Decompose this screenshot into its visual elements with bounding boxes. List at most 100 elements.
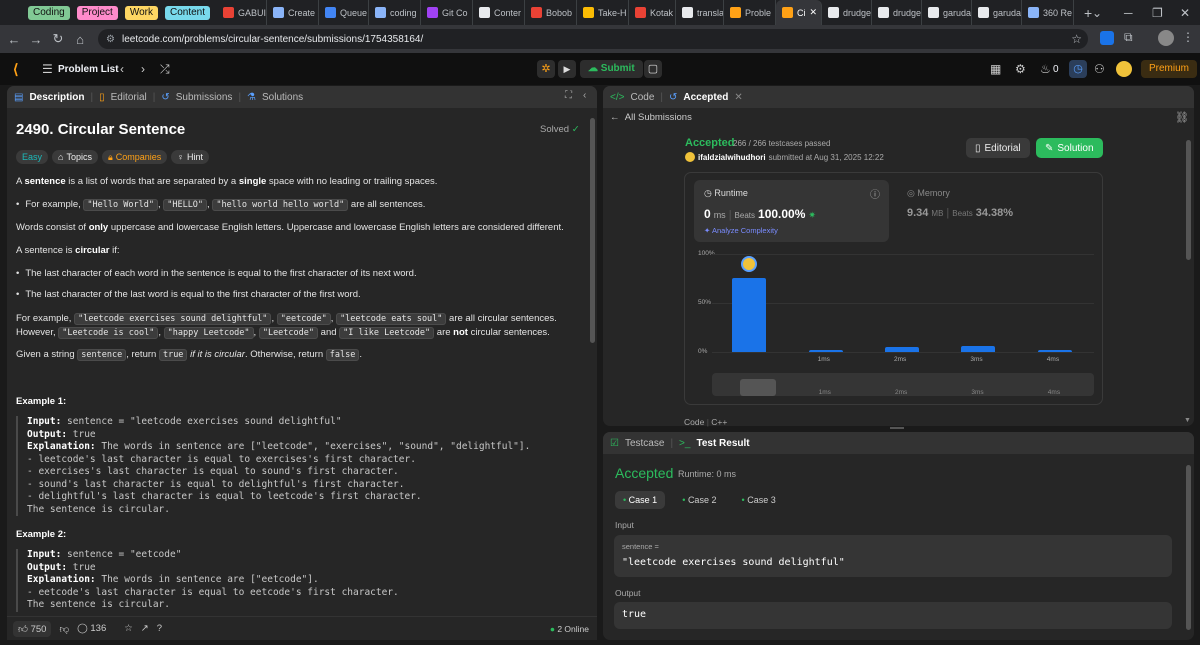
reload-icon[interactable]: ↻	[47, 31, 69, 47]
tab-group-content[interactable]: Content	[164, 5, 211, 20]
tab-code[interactable]: Code	[630, 92, 654, 103]
link-icon[interactable]: ⛓	[1175, 111, 1189, 124]
topics-tag[interactable]: ⌂ Topics	[52, 150, 98, 164]
chart-bar[interactable]	[961, 346, 996, 352]
layout-icon[interactable]: ▦	[990, 62, 1001, 76]
new-tab-icon[interactable]: +	[1084, 5, 1092, 21]
tab-editorial[interactable]: Editorial	[111, 92, 147, 103]
collapse-icon[interactable]: ‹	[583, 90, 586, 101]
add-friend-icon[interactable]: ⚇	[1094, 62, 1105, 76]
browser-tab[interactable]: coding	[369, 0, 422, 25]
tab-solutions[interactable]: Solutions	[262, 92, 303, 103]
browser-tab[interactable]: Bobob	[525, 0, 578, 25]
tab-testcase[interactable]: Testcase	[625, 438, 664, 449]
user-avatar[interactable]	[1116, 61, 1132, 77]
tab-test-result[interactable]: Test Result	[696, 438, 749, 449]
browser-tab[interactable]: Create	[267, 0, 320, 25]
notes-icon[interactable]: ▢	[644, 60, 662, 78]
analyze-complexity-link[interactable]: ✦ Analyze Complexity	[704, 226, 778, 235]
panel-resize-handle[interactable]	[890, 427, 904, 429]
browser-menu-icon[interactable]: ⋮	[1182, 30, 1194, 44]
all-submissions-link[interactable]: ← All Submissions	[610, 112, 692, 123]
share-icon[interactable]: ↗	[141, 623, 149, 634]
comment-count: 136	[90, 623, 107, 634]
browser-tab[interactable]: 360 Re	[1022, 0, 1075, 25]
submission-scrollbar[interactable]	[1186, 140, 1191, 260]
hint-tag[interactable]: ♀ Hint	[171, 150, 210, 164]
tab-group-coding[interactable]: Coding	[28, 5, 70, 20]
streak-fire-icon[interactable]: ♨	[1040, 62, 1051, 76]
case-tab-1[interactable]: • Case 1	[615, 491, 666, 509]
thumbs-down-icon[interactable]: 👎︎	[59, 623, 69, 635]
tab-description[interactable]: Description	[29, 92, 84, 103]
star-icon[interactable]: ☆	[124, 623, 133, 634]
info-icon[interactable]: ⓘ	[870, 186, 880, 201]
browser-tab[interactable]: GABUI	[217, 0, 268, 25]
site-info-icon[interactable]: ⚙	[106, 34, 115, 45]
chart-bar[interactable]	[808, 350, 843, 352]
tab-submissions[interactable]: Submissions	[176, 92, 233, 103]
scroll-down-icon[interactable]: ▼	[1184, 417, 1191, 424]
tab-group-work[interactable]: Work	[124, 5, 158, 20]
browser-tab[interactable]: Queue	[319, 0, 370, 25]
chart-bar[interactable]	[732, 277, 767, 352]
solution-button[interactable]: ✎ Solution	[1036, 138, 1103, 158]
comments-button[interactable]: ◯ 136	[77, 623, 106, 634]
help-icon[interactable]: ?	[157, 623, 162, 634]
browser-tab[interactable]: garuda	[972, 0, 1023, 25]
bookmark-star-icon[interactable]: ☆	[1071, 32, 1082, 46]
browser-tab[interactable]: Take-H	[577, 0, 630, 25]
close-window-icon[interactable]: ✕	[1180, 0, 1190, 25]
back-icon[interactable]: ←	[3, 32, 25, 47]
submit-button[interactable]: ☁ Submit	[580, 60, 643, 78]
extension-icon[interactable]	[1100, 31, 1114, 45]
debug-icon[interactable]: ✲	[537, 60, 555, 78]
minimize-icon[interactable]: ─	[1124, 0, 1133, 25]
tab-group-project[interactable]: Project	[76, 5, 118, 20]
browser-tab[interactable]: transla	[676, 0, 725, 25]
description-scrollbar[interactable]	[590, 118, 595, 343]
test-result-scrollbar[interactable]	[1186, 465, 1191, 630]
prev-problem-icon[interactable]: ‹	[120, 62, 124, 76]
companies-tag[interactable]: 🔒︎ Companies	[101, 150, 168, 164]
settings-gear-icon[interactable]: ⚙	[1015, 62, 1026, 76]
expand-icon[interactable]: ⛶	[565, 90, 572, 101]
chart-range-handle[interactable]	[740, 379, 776, 396]
browser-tab[interactable]: drudge	[822, 0, 873, 25]
browser-tab-label: Ci	[797, 7, 806, 18]
home-icon[interactable]: ⌂	[69, 32, 91, 47]
problem-list-link[interactable]: Problem List	[58, 64, 119, 75]
case-tab-2[interactable]: • Case 2	[674, 491, 724, 509]
browser-tab[interactable]: garuda	[922, 0, 973, 25]
chart-bar[interactable]	[885, 347, 919, 352]
timer-icon[interactable]: ◷	[1069, 60, 1087, 78]
close-tab-icon[interactable]: ✕	[810, 7, 818, 18]
run-button[interactable]: ▶	[558, 60, 576, 78]
tab-accepted[interactable]: Accepted	[683, 92, 728, 103]
address-bar[interactable]: ⚙ leetcode.com/problems/circular-sentenc…	[98, 29, 1088, 49]
extensions-puzzle-icon[interactable]: ⧉	[1124, 30, 1133, 45]
browser-tab[interactable]: Git Co	[421, 0, 474, 25]
tab-search-icon[interactable]: ⌄	[1092, 0, 1102, 25]
shuffle-icon[interactable]: ⤮	[160, 62, 170, 77]
author-name[interactable]: ifaldzialwihudhori	[698, 153, 766, 162]
memory-label[interactable]: ◎ Memory	[907, 188, 950, 199]
browser-tab[interactable]: Ci ✕	[776, 0, 823, 25]
browser-tab[interactable]: drudge	[872, 0, 923, 25]
close-tab-icon[interactable]: ✕	[734, 92, 742, 103]
editorial-button[interactable]: ▯ Editorial	[966, 138, 1030, 158]
your-submission-avatar[interactable]	[741, 255, 758, 272]
like-button[interactable]: 👍︎ 750	[13, 620, 52, 637]
browser-tab[interactable]: Kotak	[629, 0, 677, 25]
case-tab-3[interactable]: • Case 3	[734, 491, 784, 509]
leetcode-logo[interactable]: ⟨	[13, 61, 18, 78]
profile-avatar[interactable]	[1158, 30, 1174, 46]
confetti-icon: ✷	[808, 210, 816, 220]
maximize-icon[interactable]: ❐	[1152, 0, 1163, 25]
forward-icon[interactable]: →	[25, 32, 47, 47]
browser-tab[interactable]: Conter	[473, 0, 526, 25]
next-problem-icon[interactable]: ›	[141, 62, 145, 76]
premium-button[interactable]: Premium	[1141, 60, 1198, 78]
browser-tab[interactable]: Proble	[724, 0, 777, 25]
chart-bar[interactable]	[1037, 350, 1072, 352]
